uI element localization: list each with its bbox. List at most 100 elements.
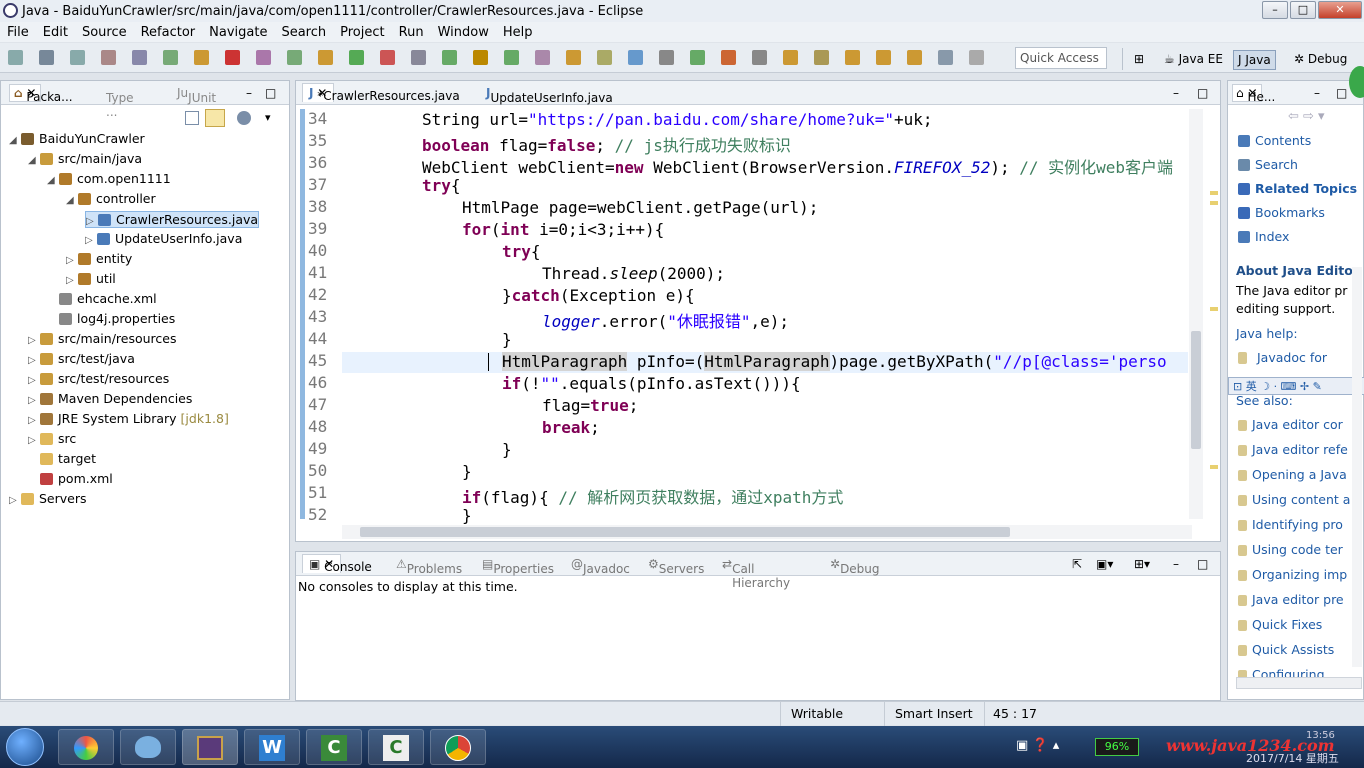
- tree-item[interactable]: ▷ Servers: [9, 491, 87, 506]
- perspective-java-ee[interactable]: ☕ Java EE: [1160, 50, 1227, 70]
- status-insert-mode[interactable]: Smart Insert: [895, 706, 973, 721]
- help-link[interactable]: Quick Fixes: [1238, 617, 1322, 632]
- warning-marker[interactable]: [1210, 465, 1218, 469]
- tree-item[interactable]: ▷ entity: [66, 251, 132, 266]
- maximize-view-icon[interactable]: □: [1336, 86, 1347, 100]
- run-icon[interactable]: [194, 50, 209, 65]
- next-icon[interactable]: [566, 50, 581, 65]
- vertical-scrollbar[interactable]: [1189, 109, 1203, 519]
- tree-item[interactable]: ◢ src/main/java: [28, 151, 142, 166]
- search-icon[interactable]: [442, 50, 457, 65]
- tab-problems[interactable]: ⚠ Problems: [396, 557, 462, 576]
- clock-time[interactable]: 13:56: [1306, 730, 1335, 741]
- minimize-button[interactable]: –: [1262, 1, 1288, 19]
- tab-junit[interactable]: Ju JUnit: [177, 86, 216, 105]
- link-with-editor-icon[interactable]: [205, 109, 225, 127]
- annotation-icon[interactable]: [504, 50, 519, 65]
- save-icon[interactable]: [39, 50, 54, 65]
- menu-source[interactable]: Source: [75, 25, 134, 40]
- menu-run[interactable]: Run: [392, 25, 431, 40]
- maximize-view-icon[interactable]: □: [1197, 557, 1208, 571]
- run-last-icon[interactable]: [690, 50, 705, 65]
- tab-console[interactable]: ▣ Console ✕: [302, 554, 372, 574]
- code-line[interactable]: }: [502, 330, 512, 349]
- menu-help[interactable]: Help: [496, 25, 540, 40]
- help-nav-bookmarks[interactable]: Bookmarks: [1238, 205, 1325, 220]
- code-line[interactable]: }: [462, 462, 472, 481]
- help-link[interactable]: Using content a: [1238, 492, 1350, 507]
- menu-file[interactable]: File: [0, 25, 36, 40]
- scrollbar-thumb[interactable]: [360, 527, 1010, 537]
- tree-item[interactable]: ▷ src/test/java: [28, 351, 135, 366]
- help-vertical-scrollbar[interactable]: [1352, 267, 1362, 667]
- print-icon[interactable]: [101, 50, 116, 65]
- code-line[interactable]: HtmlParagraph pInfo=(HtmlParagraph)page.…: [502, 352, 1167, 371]
- taskbar-app-icon[interactable]: [120, 729, 176, 765]
- taskbar-app-icon[interactable]: C: [368, 729, 424, 765]
- tree-item[interactable]: ▷ src: [28, 431, 76, 446]
- last-edit-icon[interactable]: [938, 50, 953, 65]
- tab-help[interactable]: ⌂ He... ✕: [1232, 84, 1275, 104]
- code-line[interactable]: try{: [502, 242, 541, 261]
- tree-item[interactable]: ▷ UpdateUserInfo.java: [85, 231, 242, 246]
- save-all-icon[interactable]: [70, 50, 85, 65]
- code-line[interactable]: flag=true;: [542, 396, 638, 415]
- tree-item[interactable]: log4j.properties: [47, 311, 175, 326]
- new-icon[interactable]: [8, 50, 23, 65]
- collapse-arrow-icon[interactable]: ▷: [86, 216, 98, 227]
- console-icon[interactable]: [659, 50, 674, 65]
- task-icon[interactable]: [628, 50, 643, 65]
- collapse-arrow-icon[interactable]: ▷: [66, 255, 78, 266]
- tab-debug[interactable]: ✲ Debug: [830, 557, 880, 576]
- pin-icon[interactable]: [473, 50, 488, 65]
- minimize-view-icon[interactable]: –: [1314, 86, 1320, 100]
- tree-item[interactable]: ▷ src/test/resources: [28, 371, 169, 386]
- tab-update-user-info[interactable]: J UpdateUserInfo.java: [486, 86, 613, 105]
- menu-project[interactable]: Project: [333, 25, 391, 40]
- menu-edit[interactable]: Edit: [36, 25, 75, 40]
- maximize-button[interactable]: □: [1290, 1, 1316, 19]
- taskbar-app-icon[interactable]: W: [244, 729, 300, 765]
- help-link[interactable]: Java editor refe: [1238, 442, 1348, 457]
- outline-icon[interactable]: [597, 50, 612, 65]
- suspend-icon[interactable]: [349, 50, 364, 65]
- disconnect-icon[interactable]: [256, 50, 271, 65]
- warning-marker[interactable]: [1210, 191, 1218, 195]
- help-nav-search[interactable]: Search: [1238, 157, 1298, 172]
- perspective-java[interactable]: J Java: [1233, 50, 1276, 70]
- tab-javadoc[interactable]: @ Javadoc: [571, 557, 630, 576]
- pin-console-icon[interactable]: ⇱: [1072, 557, 1082, 571]
- tab-call-hierarchy[interactable]: ⇄ Call Hierarchy: [722, 557, 790, 590]
- tab-servers[interactable]: ⚙ Servers: [648, 557, 704, 576]
- terminate-icon[interactable]: [380, 50, 395, 65]
- display-console-icon[interactable]: ▣▾: [1096, 557, 1113, 571]
- open-type-icon[interactable]: [132, 50, 147, 65]
- menu-navigate[interactable]: Navigate: [202, 25, 274, 40]
- tree-item[interactable]: ◢ controller: [66, 191, 156, 206]
- warning-marker[interactable]: [1210, 201, 1218, 205]
- help-link[interactable]: Java editor pre: [1238, 592, 1344, 607]
- tree-item[interactable]: ehcache.xml: [47, 291, 157, 306]
- help-nav-contents[interactable]: Contents: [1238, 133, 1311, 148]
- next-annotation-icon[interactable]: [814, 50, 829, 65]
- code-line[interactable]: String url="https://pan.baidu.com/share/…: [422, 110, 933, 129]
- menu-window[interactable]: Window: [431, 25, 496, 40]
- tree-item[interactable]: ▷ Maven Dependencies: [28, 391, 192, 406]
- prev-annotation-icon[interactable]: [845, 50, 860, 65]
- view-menu-chevron-down-icon[interactable]: ▾: [265, 111, 271, 124]
- code-line[interactable]: }: [462, 506, 472, 525]
- collapse-arrow-icon[interactable]: ▷: [28, 415, 40, 426]
- collapse-arrow-icon[interactable]: ▷: [28, 375, 40, 386]
- code-line[interactable]: Thread.sleep(2000);: [542, 264, 725, 283]
- taskbar-app-icon[interactable]: [58, 729, 114, 765]
- open-console-icon[interactable]: ⊞▾: [1134, 557, 1150, 571]
- back-forward-icon[interactable]: ⇦ ⇨ ▾: [1288, 109, 1325, 124]
- tree-item[interactable]: ▷ src/main/resources: [28, 331, 176, 346]
- tray-icons[interactable]: ▣ ❓ ▴: [1016, 738, 1059, 753]
- tab-properties[interactable]: ▤ Properties: [482, 557, 554, 576]
- open-task-icon[interactable]: [752, 50, 767, 65]
- collapse-arrow-icon[interactable]: ▷: [28, 335, 40, 346]
- code-line[interactable]: boolean flag=false; // js执行成功失败标识: [422, 132, 791, 156]
- collapse-arrow-icon[interactable]: ▷: [28, 395, 40, 406]
- maximize-view-icon[interactable]: □: [265, 86, 276, 100]
